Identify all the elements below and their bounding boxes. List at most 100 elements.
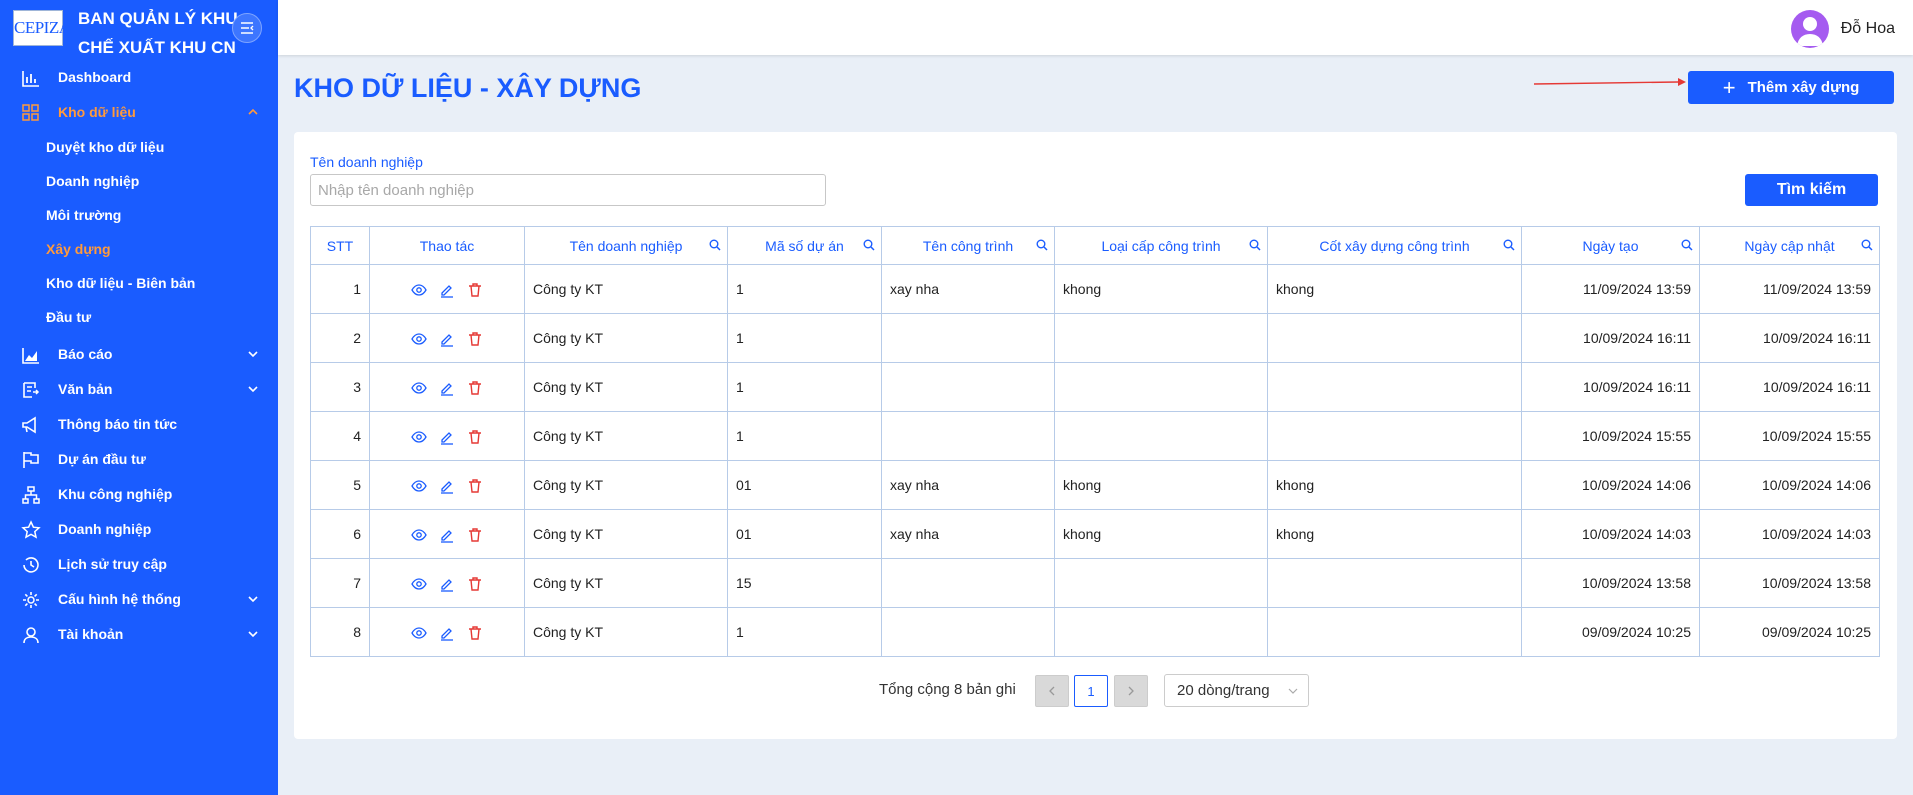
user-menu[interactable]: Đỗ Hoa	[1790, 10, 1895, 48]
view-button[interactable]	[411, 478, 427, 494]
company-name-input[interactable]	[310, 174, 826, 206]
page-size-select[interactable]: 20 dòng/trang	[1164, 674, 1309, 707]
cell-created-date: 11/09/2024 13:59	[1521, 264, 1700, 314]
chevron-down-icon	[248, 351, 258, 358]
cell-work-grade	[1054, 558, 1268, 608]
cell-company: Công ty KT	[524, 558, 728, 608]
cell-project-code: 01	[727, 460, 882, 510]
sidebar-subitem-doanh-nghiep[interactable]: Doanh nghiệp	[0, 164, 278, 198]
cell-work-grade	[1054, 607, 1268, 657]
sidebar-subitem-dau-tu[interactable]: Đầu tư	[0, 300, 278, 334]
edit-button[interactable]	[439, 282, 455, 298]
sidebar-item-label: Dashboard	[58, 69, 132, 85]
view-button[interactable]	[411, 576, 427, 592]
search-icon[interactable]	[1036, 239, 1048, 251]
column-header-label: Tên doanh nghiệp	[569, 237, 683, 254]
edit-button[interactable]	[439, 429, 455, 445]
delete-icon	[469, 527, 481, 542]
sidebar-item-khu-cong-nghiep[interactable]: Khu công nghiệp	[0, 477, 278, 512]
user-icon	[23, 627, 39, 644]
prev-page-button[interactable]	[1035, 675, 1069, 707]
delete-icon	[469, 478, 481, 493]
collapse-menu-button[interactable]	[232, 13, 262, 43]
sidebar-item-kho-du-lieu[interactable]: Kho dữ liệu	[0, 95, 278, 130]
cell-work-name	[881, 362, 1055, 412]
cell-work-name	[881, 607, 1055, 657]
next-page-button[interactable]	[1114, 675, 1148, 707]
sidebar-item-lich-su[interactable]: Lịch sử truy cập	[0, 547, 278, 582]
cell-work-grade: khong	[1054, 460, 1268, 510]
cell-company: Công ty KT	[524, 509, 728, 559]
column-header-label: STT	[326, 237, 354, 254]
cell-construction-level	[1267, 558, 1522, 608]
delete-button[interactable]	[467, 282, 483, 298]
edit-button[interactable]	[439, 331, 455, 347]
sidebar-item-bao-cao[interactable]: Báo cáo	[0, 337, 278, 372]
view-button[interactable]	[411, 429, 427, 445]
cell-project-code: 1	[727, 411, 882, 461]
chevron-right-icon	[1128, 686, 1134, 696]
table-body: 1 Công ty KT 1 xay nha khong khong 11/09/2024 …	[310, 264, 1880, 657]
cell-work-grade	[1054, 411, 1268, 461]
cell-work-name	[881, 411, 1055, 461]
sidebar-subitem-duyet[interactable]: Duyệt kho dữ liệu	[0, 130, 278, 164]
sidebar-item-tai-khoan[interactable]: Tài khoản	[0, 617, 278, 652]
edit-button[interactable]	[439, 380, 455, 396]
sidebar-item-dashboard[interactable]: Dashboard	[0, 60, 278, 95]
search-icon[interactable]	[1681, 239, 1693, 251]
view-button[interactable]	[411, 282, 427, 298]
gear-icon	[23, 592, 39, 608]
sidebar-item-thong-bao[interactable]: Thông báo tin tức	[0, 407, 278, 442]
sidebar-item-cau-hinh[interactable]: Cấu hình hệ thống	[0, 582, 278, 617]
delete-button[interactable]	[467, 478, 483, 494]
sidebar-item-du-an[interactable]: Dự án đầu tư	[0, 442, 278, 477]
table-header-row: STT Thao tác Tên doanh nghiệp Mã số dự á…	[310, 226, 1880, 265]
edit-button[interactable]	[439, 527, 455, 543]
add-construction-button[interactable]: + Thêm xây dựng	[1688, 71, 1894, 104]
delete-button[interactable]	[467, 380, 483, 396]
cell-stt: 7	[310, 558, 370, 608]
delete-button[interactable]	[467, 429, 483, 445]
chevron-down-icon	[248, 596, 258, 603]
cell-company: Công ty KT	[524, 607, 728, 657]
page-number-current[interactable]: 1	[1074, 675, 1108, 707]
search-icon[interactable]	[1249, 239, 1261, 251]
cell-project-code: 01	[727, 509, 882, 559]
cell-updated-date: 09/09/2024 10:25	[1699, 607, 1880, 657]
cell-created-date: 10/09/2024 16:11	[1521, 362, 1700, 412]
add-construction-label: Thêm xây dựng	[1747, 79, 1860, 96]
view-button[interactable]	[411, 380, 427, 396]
search-icon[interactable]	[1503, 239, 1515, 251]
sidebar-item-doanh-nghiep[interactable]: Doanh nghiệp	[0, 512, 278, 547]
chevron-up-icon	[248, 108, 258, 115]
search-icon[interactable]	[1861, 239, 1873, 251]
edit-icon	[441, 382, 453, 396]
cell-work-name: xay nha	[881, 264, 1055, 314]
sidebar-subitem-moi-truong[interactable]: Môi trường	[0, 198, 278, 232]
sidebar-subitem-xay-dung[interactable]: Xây dựng	[0, 232, 278, 266]
sidebar-item-van-ban[interactable]: Văn bản	[0, 372, 278, 407]
view-button[interactable]	[411, 527, 427, 543]
cell-company: Công ty KT	[524, 411, 728, 461]
cell-actions	[369, 362, 525, 412]
edit-button[interactable]	[439, 478, 455, 494]
view-button[interactable]	[411, 331, 427, 347]
table-row: 7 Công ty KT 15 10/09/2024 13:58 10/09/2024 …	[310, 558, 1880, 608]
cell-stt: 1	[310, 264, 370, 314]
delete-button[interactable]	[467, 527, 483, 543]
sidebar-subitem-bien-ban[interactable]: Kho dữ liệu - Biên bản	[0, 266, 278, 300]
edit-button[interactable]	[439, 625, 455, 641]
search-icon[interactable]	[863, 239, 875, 251]
red-arrow-annotation	[1533, 78, 1686, 86]
search-icon[interactable]	[709, 239, 721, 251]
delete-button[interactable]	[467, 331, 483, 347]
view-button[interactable]	[411, 625, 427, 641]
delete-button[interactable]	[467, 625, 483, 641]
delete-button[interactable]	[467, 576, 483, 592]
cell-actions	[369, 460, 525, 510]
cell-updated-date: 10/09/2024 15:55	[1699, 411, 1880, 461]
cell-work-grade	[1054, 313, 1268, 363]
column-header-ten-doanh-nghiep: Tên doanh nghiệp	[524, 226, 728, 265]
edit-button[interactable]	[439, 576, 455, 592]
search-button[interactable]: Tìm kiếm	[1745, 174, 1878, 206]
